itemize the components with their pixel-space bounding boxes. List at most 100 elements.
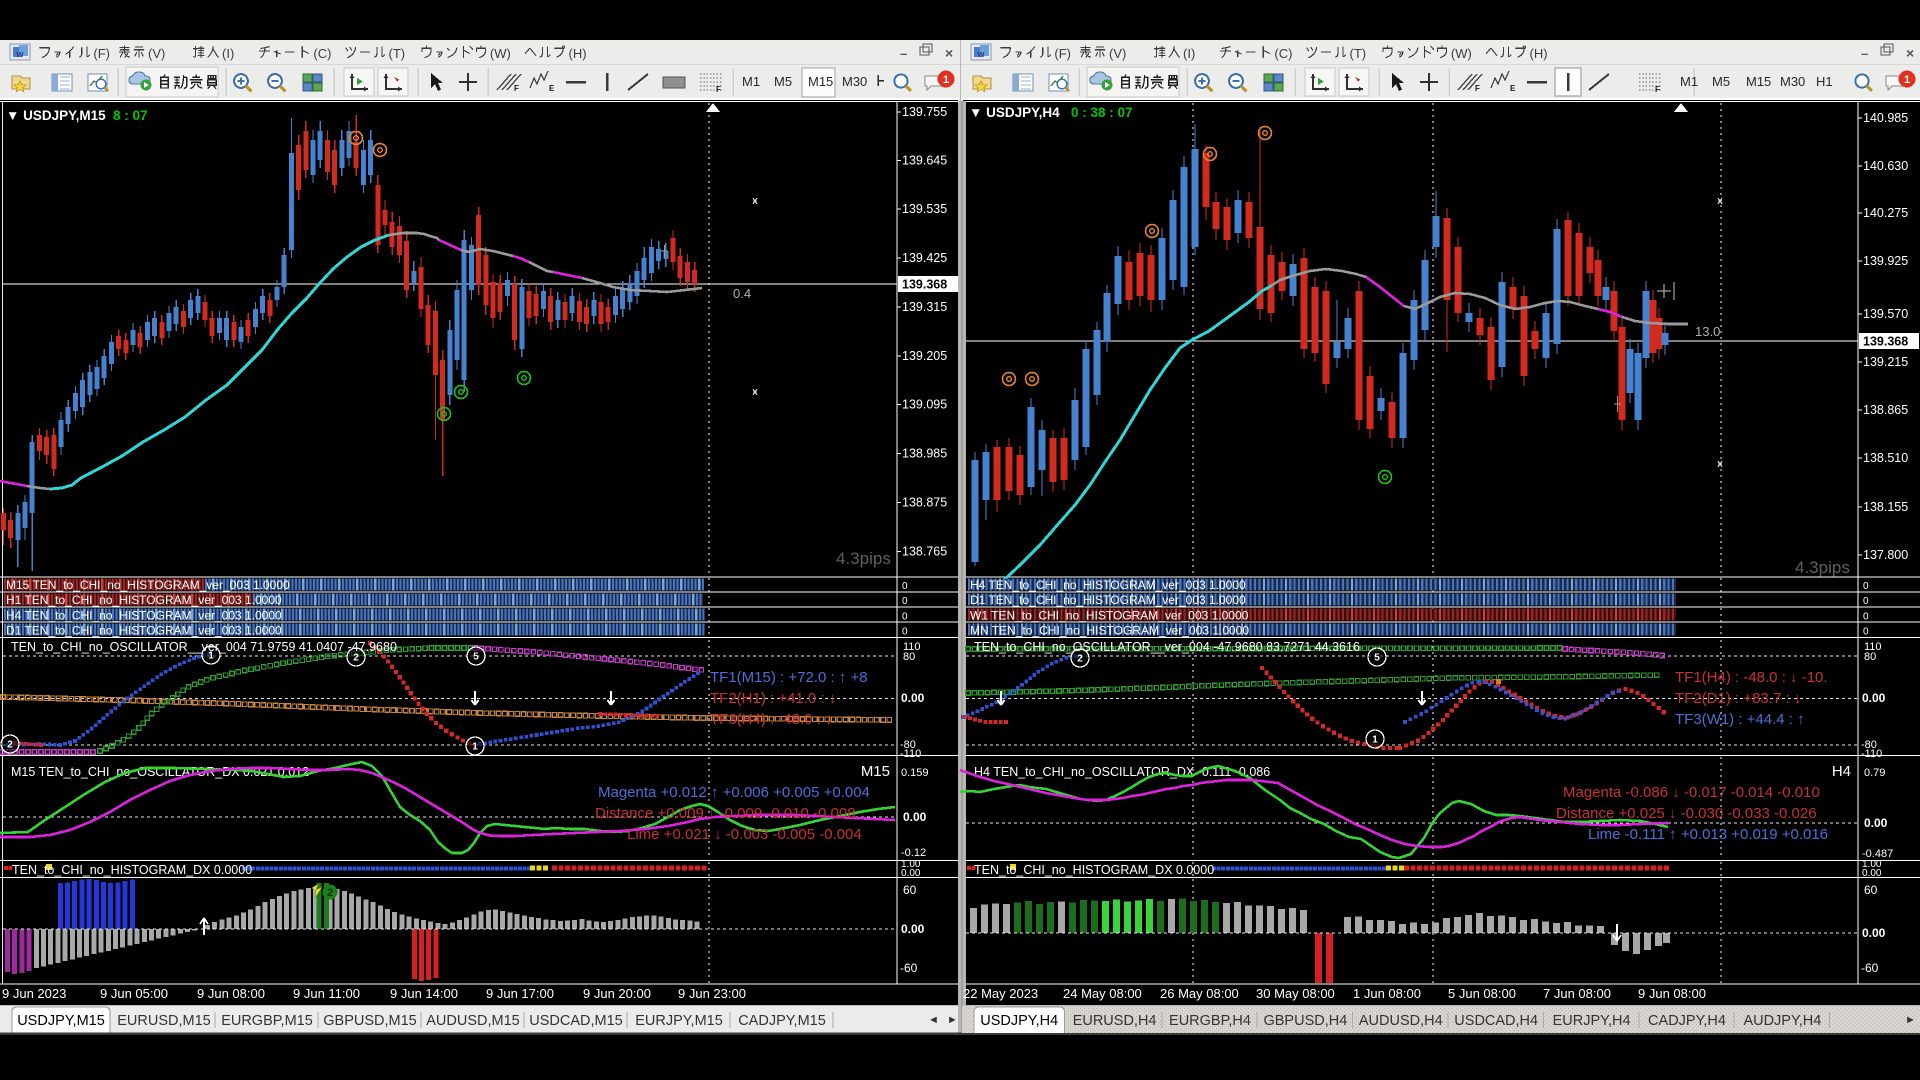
svg-text:138.865: 138.865	[1863, 403, 1908, 417]
svg-text:AUDUSD,M15: AUDUSD,M15	[426, 1013, 519, 1029]
svg-text:USDCAD,M15: USDCAD,M15	[529, 1013, 622, 1029]
svg-text:TF3(W1) : +44.4 : ↑: TF3(W1) : +44.4 : ↑	[1675, 711, 1805, 728]
svg-text:0.79: 0.79	[1864, 767, 1885, 779]
svg-text:TF3(H4) : -48.0 : ↓: TF3(H4) : -48.0 : ↓	[710, 711, 833, 728]
svg-text:(V): (V)	[148, 46, 165, 61]
svg-text:M15: M15	[861, 763, 890, 780]
svg-text:4.3pips: 4.3pips	[836, 549, 891, 568]
svg-text:►: ►	[947, 1014, 958, 1026]
svg-text:EURUSD,H4: EURUSD,H4	[1073, 1013, 1157, 1029]
svg-text:0.00: 0.00	[1862, 868, 1882, 879]
svg-text:-60: -60	[900, 961, 918, 975]
svg-text:0: 0	[902, 611, 908, 622]
svg-text:TF1(M15) : +72.0 : ↑ +8: TF1(M15) : +72.0 : ↑ +8	[710, 669, 868, 686]
svg-text:-110: -110	[1861, 748, 1882, 760]
svg-text:E: E	[549, 84, 555, 93]
svg-text:9 Jun 20:00: 9 Jun 20:00	[583, 986, 651, 1001]
svg-text:(F): (F)	[93, 46, 110, 61]
svg-text:(T): (T)	[389, 46, 406, 61]
svg-text:(V): (V)	[1109, 46, 1126, 61]
svg-text:2: 2	[1077, 654, 1083, 665]
svg-text:USDCAD,H4: USDCAD,H4	[1454, 1013, 1538, 1029]
svg-text:Lime +0.021 ↓ -0.003 -0.005 -: Lime +0.021 ↓ -0.003 -0.005 -0.004	[627, 826, 862, 843]
svg-text:1: 1	[1904, 74, 1910, 86]
svg-text:H1: H1	[1816, 74, 1833, 89]
svg-text:(I): (I)	[222, 46, 234, 61]
svg-text:EURGBP,H4: EURGBP,H4	[1169, 1013, 1251, 1029]
svg-text:139.205: 139.205	[902, 349, 947, 363]
svg-text:M30: M30	[842, 74, 867, 89]
svg-text:0: 0	[1863, 627, 1869, 638]
svg-text:9 Jun 08:00: 9 Jun 08:00	[1638, 986, 1706, 1001]
svg-text:30 May 08:00: 30 May 08:00	[1256, 986, 1335, 1001]
svg-text:139.535: 139.535	[902, 202, 947, 216]
svg-text:140.630: 140.630	[1863, 159, 1908, 173]
svg-text:TF2(D1) : +83.7 : ↓: TF2(D1) : +83.7 : ↓	[1675, 690, 1801, 707]
svg-text:-110: -110	[900, 748, 921, 760]
svg-text:►: ►	[1905, 1014, 1916, 1026]
svg-text:(W): (W)	[490, 46, 511, 61]
svg-text:80: 80	[903, 651, 915, 663]
svg-text:D1 TEN_to_CHI_no_HISTOGRAM_ver: D1 TEN_to_CHI_no_HISTOGRAM_ver_003 1.000…	[6, 624, 282, 638]
svg-text:9 Jun 11:00: 9 Jun 11:00	[293, 986, 360, 1001]
svg-text:4.3pips: 4.3pips	[1795, 558, 1850, 577]
svg-text:H1 TEN_to_CHI_no_HISTOGRAM_ver: H1 TEN_to_CHI_no_HISTOGRAM_ver_003 1.000…	[6, 593, 282, 607]
svg-text:F: F	[514, 84, 519, 93]
svg-text:9 Jun 05:00: 9 Jun 05:00	[100, 986, 168, 1001]
svg-text:D1 TEN_to_CHI_no_HISTOGRAM_ver: D1 TEN_to_CHI_no_HISTOGRAM_ver_003 1.000…	[970, 593, 1246, 607]
svg-text:M1: M1	[1680, 74, 1698, 89]
svg-text:5: 5	[473, 652, 479, 663]
svg-text:Magenta +0.012 ↑ +0.006 +0.00: Magenta +0.012 ↑ +0.006 +0.005 +0.004	[598, 784, 870, 801]
svg-text:TEN_to_CHI_no_HISTOGRAM_DX 0.0: TEN_to_CHI_no_HISTOGRAM_DX 0.0000	[12, 863, 252, 877]
svg-text:M30: M30	[1780, 74, 1805, 89]
svg-text:CADJPY,H4: CADJPY,H4	[1648, 1013, 1726, 1029]
svg-text:H4 TEN_to_CHI_no_HISTOGRAM_ver: H4 TEN_to_CHI_no_HISTOGRAM_ver_003 1.000…	[6, 608, 282, 622]
svg-text:0: 0	[1863, 581, 1869, 592]
svg-text:-0.12: -0.12	[901, 847, 926, 859]
svg-text:F: F	[1475, 84, 1480, 93]
svg-text:60: 60	[903, 883, 917, 897]
svg-text:EURGBP,M15: EURGBP,M15	[221, 1013, 313, 1029]
svg-text:13.0: 13.0	[1695, 324, 1720, 339]
svg-text:24 May 08:00: 24 May 08:00	[1063, 986, 1142, 1001]
svg-text:1: 1	[943, 74, 949, 86]
svg-text:▼ USDJPY,M15: ▼ USDJPY,M15	[6, 108, 106, 123]
svg-text:EURJPY,M15: EURJPY,M15	[635, 1013, 723, 1029]
svg-text:1: 1	[472, 742, 478, 753]
svg-text:138.155: 138.155	[1863, 500, 1908, 514]
svg-text:M15: M15	[808, 74, 833, 89]
svg-text:AUDJPY,H4: AUDJPY,H4	[1743, 1013, 1821, 1029]
svg-text:139.315: 139.315	[902, 300, 947, 314]
svg-text:w: w	[976, 49, 985, 59]
svg-text:0.00: 0.00	[901, 691, 925, 705]
svg-text:GBPUSD,H4: GBPUSD,H4	[1263, 1013, 1347, 1029]
svg-text:w: w	[15, 49, 24, 59]
svg-text:(C): (C)	[1274, 46, 1292, 61]
svg-text:GBPUSD,M15: GBPUSD,M15	[323, 1013, 416, 1029]
svg-text:Lime -0.111 ↑ +0.013 +0.019 +: Lime -0.111 ↑ +0.013 +0.019 +0.016	[1588, 826, 1828, 843]
svg-text:2: 2	[353, 653, 359, 664]
svg-text:2: 2	[327, 887, 333, 899]
svg-text:8 : 07: 8 : 07	[113, 108, 148, 123]
svg-text:(T): (T)	[1350, 46, 1367, 61]
svg-text:9 Jun 23:00: 9 Jun 23:00	[678, 986, 746, 1001]
svg-text:MN TEN_to_CHI_no_HISTOGRAM_ver: MN TEN_to_CHI_no_HISTOGRAM_ver_003 1.000…	[970, 624, 1249, 638]
svg-text:–: –	[1861, 46, 1868, 61]
svg-text:137.800: 137.800	[1863, 548, 1908, 562]
svg-text:0: 0	[902, 581, 908, 592]
svg-text:0: 0	[902, 627, 908, 638]
svg-text:W1 TEN_to_CHI_no_HISTOGRAM_ver: W1 TEN_to_CHI_no_HISTOGRAM_ver_003 1.000…	[970, 608, 1249, 622]
svg-text:9 Jun 08:00: 9 Jun 08:00	[197, 986, 265, 1001]
svg-text:(C): (C)	[313, 46, 331, 61]
svg-text:H4 TEN_to_CHI_no_HISTOGRAM_ver: H4 TEN_to_CHI_no_HISTOGRAM_ver_003 1.000…	[970, 578, 1246, 592]
svg-text:TEN_to_CHI_no_OSCILLATOR__ver_: TEN_to_CHI_no_OSCILLATOR__ver_004 71.975…	[11, 640, 397, 654]
svg-text:9 Jun 2023: 9 Jun 2023	[2, 986, 66, 1001]
svg-text:EURUSD,M15: EURUSD,M15	[117, 1013, 210, 1029]
svg-text:9 Jun 17:00: 9 Jun 17:00	[486, 986, 554, 1001]
svg-text:-60: -60	[1861, 961, 1879, 975]
svg-text:◄: ◄	[928, 1014, 939, 1026]
svg-text:0: 0	[902, 596, 908, 607]
svg-text:EURJPY,H4: EURJPY,H4	[1553, 1013, 1631, 1029]
svg-text:0.00: 0.00	[903, 810, 927, 824]
svg-text:1 Jun 08:00: 1 Jun 08:00	[1353, 986, 1421, 1001]
